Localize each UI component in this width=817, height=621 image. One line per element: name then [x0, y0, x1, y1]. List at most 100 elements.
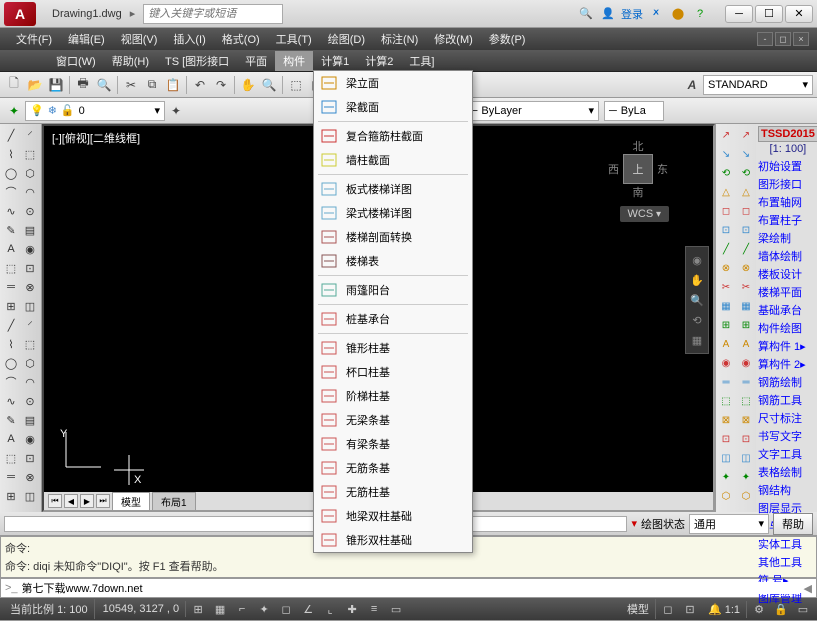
pan-icon[interactable]: ✋: [238, 75, 258, 95]
modify-tool-icon[interactable]: ⊗: [717, 259, 735, 277]
modify-tool-icon[interactable]: ✂: [737, 278, 755, 296]
tssd-link[interactable]: 楼梯平面: [758, 283, 817, 301]
menu-计算1[interactable]: 计算1: [313, 51, 357, 71]
draw-tool-icon[interactable]: ⊡: [21, 259, 39, 277]
modify-tool-icon[interactable]: ◉: [737, 354, 755, 372]
tssd-link[interactable]: 文字工具: [758, 445, 817, 463]
draw-tool-icon[interactable]: ⬚: [21, 145, 39, 163]
tssd-link[interactable]: 初始设置: [758, 157, 817, 175]
nav-wheel-icon[interactable]: ◉: [688, 251, 706, 269]
modify-tool-icon[interactable]: ⬚: [717, 392, 735, 410]
text-style-combo[interactable]: STANDARD▾: [703, 75, 813, 95]
layer-combo[interactable]: 💡❄🔓0▾: [25, 101, 165, 121]
draw-tool-icon[interactable]: ◠: [21, 373, 39, 391]
wcs-badge[interactable]: WCS ▾: [620, 206, 669, 222]
modify-tool-icon[interactable]: ═: [717, 373, 735, 391]
modify-tool-icon[interactable]: ⬚: [737, 392, 755, 410]
draw-tool-icon[interactable]: ═: [2, 468, 20, 486]
menu-构件[interactable]: 构件: [275, 51, 313, 71]
textstyle-icon[interactable]: A: [682, 75, 702, 95]
draw-tool-icon[interactable]: ◯: [2, 354, 20, 372]
modify-tool-icon[interactable]: ╱: [717, 240, 735, 258]
menu-item-杯口柱基[interactable]: 杯口柱基: [314, 360, 472, 384]
draw-tool-icon[interactable]: ⊗: [21, 278, 39, 296]
modify-tool-icon[interactable]: ⊗: [737, 259, 755, 277]
tab-first-icon[interactable]: ⏮: [48, 494, 62, 508]
workspace-icon[interactable]: ⚙: [749, 600, 769, 618]
view-label[interactable]: [-][俯视][二维线框]: [52, 130, 140, 146]
tpy-toggle-icon[interactable]: ▭: [386, 600, 406, 618]
cut-icon[interactable]: ✂: [121, 75, 141, 95]
menu-文件(F)[interactable]: 文件(F): [8, 29, 60, 49]
tssd-link[interactable]: 尺寸标注: [758, 409, 817, 427]
lock-icon[interactable]: 🔒: [771, 600, 791, 618]
modify-tool-icon[interactable]: ◻: [717, 202, 735, 220]
modify-tool-icon[interactable]: ⊡: [737, 221, 755, 239]
draw-tool-icon[interactable]: ⌒: [2, 183, 20, 201]
tssd-link[interactable]: 表格绘制: [758, 463, 817, 481]
menu-item-无筋柱基[interactable]: 无筋柱基: [314, 480, 472, 504]
draw-tool-icon[interactable]: ⬡: [21, 164, 39, 182]
modify-tool-icon[interactable]: ⊠: [737, 411, 755, 429]
menu-工具(T)[interactable]: 工具(T): [268, 29, 320, 49]
save-icon[interactable]: 💾: [46, 75, 66, 95]
tssd-link[interactable]: 书写文字: [758, 427, 817, 445]
osnap-toggle-icon[interactable]: ◻: [276, 600, 296, 618]
draw-tool-icon[interactable]: ⌇: [2, 145, 20, 163]
help-icon[interactable]: ?: [691, 5, 709, 23]
login-link[interactable]: 登录: [621, 6, 643, 22]
tssd-link[interactable]: 钢筋工具: [758, 391, 817, 409]
viewcube[interactable]: 北 西 上 东 南: [603, 134, 673, 204]
tssd-link[interactable]: 梁绘制: [758, 229, 817, 247]
menu-item-地梁双柱基础[interactable]: 地梁双柱基础: [314, 504, 472, 528]
tssd-link[interactable]: 钢结构: [758, 481, 817, 499]
nav-zoom-icon[interactable]: 🔍: [688, 291, 706, 309]
draw-tool-icon[interactable]: ◉: [21, 430, 39, 448]
modify-tool-icon[interactable]: A: [717, 335, 735, 353]
modify-tool-icon[interactable]: △: [717, 183, 735, 201]
menu-绘图(D)[interactable]: 绘图(D): [320, 29, 373, 49]
open-icon[interactable]: 📂: [25, 75, 45, 95]
app-icon[interactable]: A: [4, 2, 36, 26]
modify-tool-icon[interactable]: ⊠: [717, 411, 735, 429]
draw-tool-icon[interactable]: ∿: [2, 202, 20, 220]
menu-修改(M)[interactable]: 修改(M): [426, 29, 481, 49]
modify-tool-icon[interactable]: ↗: [737, 126, 755, 144]
tool-icon[interactable]: ⬚: [286, 75, 306, 95]
draw-tool-icon[interactable]: ⸍: [21, 126, 39, 144]
login-icon[interactable]: 👤: [599, 5, 617, 23]
tab-model[interactable]: 模型: [112, 492, 150, 511]
tssd-link[interactable]: 图形接口: [758, 175, 817, 193]
draw-tool-icon[interactable]: ⊙: [21, 392, 39, 410]
draw-tool-icon[interactable]: ⬚: [21, 335, 39, 353]
modify-tool-icon[interactable]: ⬡: [737, 487, 755, 505]
draw-tool-icon[interactable]: ═: [2, 278, 20, 296]
menu-item-楼梯剖面转换[interactable]: 楼梯剖面转换: [314, 225, 472, 249]
clean-screen-icon[interactable]: ▭: [793, 600, 813, 618]
menu-item-桩基承台[interactable]: 桩基承台: [314, 307, 472, 331]
draw-tool-icon[interactable]: ⊞: [2, 487, 20, 505]
modify-tool-icon[interactable]: ✂: [717, 278, 735, 296]
tssd-link[interactable]: 楼板设计: [758, 265, 817, 283]
tssd-link[interactable]: 实体工具: [758, 535, 817, 553]
minimize-button[interactable]: ─: [725, 5, 753, 23]
menu-item-板式楼梯详图[interactable]: 板式楼梯详图: [314, 177, 472, 201]
menu-视图(V)[interactable]: 视图(V): [113, 29, 166, 49]
menu-编辑(E)[interactable]: 编辑(E): [60, 29, 113, 49]
modify-tool-icon[interactable]: ◫: [737, 449, 755, 467]
viewcube-south[interactable]: 南: [633, 184, 644, 200]
modify-tool-icon[interactable]: ⟲: [737, 164, 755, 182]
grid-toggle-icon[interactable]: ▦: [210, 600, 230, 618]
menu-item-复合箍筋柱截面[interactable]: 复合箍筋柱截面: [314, 124, 472, 148]
menu-插入(I)[interactable]: 插入(I): [165, 29, 213, 49]
info-icon[interactable]: ⬤: [669, 5, 687, 23]
draw-tool-icon[interactable]: ◠: [21, 183, 39, 201]
search-icon[interactable]: 🔍: [577, 5, 595, 23]
draw-tool-icon[interactable]: ⬚: [2, 259, 20, 277]
modify-tool-icon[interactable]: △: [737, 183, 755, 201]
modify-tool-icon[interactable]: ◉: [717, 354, 735, 372]
modify-tool-icon[interactable]: ◻: [737, 202, 755, 220]
modify-tool-icon[interactable]: ⊡: [717, 221, 735, 239]
draw-tool-icon[interactable]: ◫: [21, 297, 39, 315]
annotation-scale[interactable]: 🔔 1:1: [702, 601, 747, 618]
